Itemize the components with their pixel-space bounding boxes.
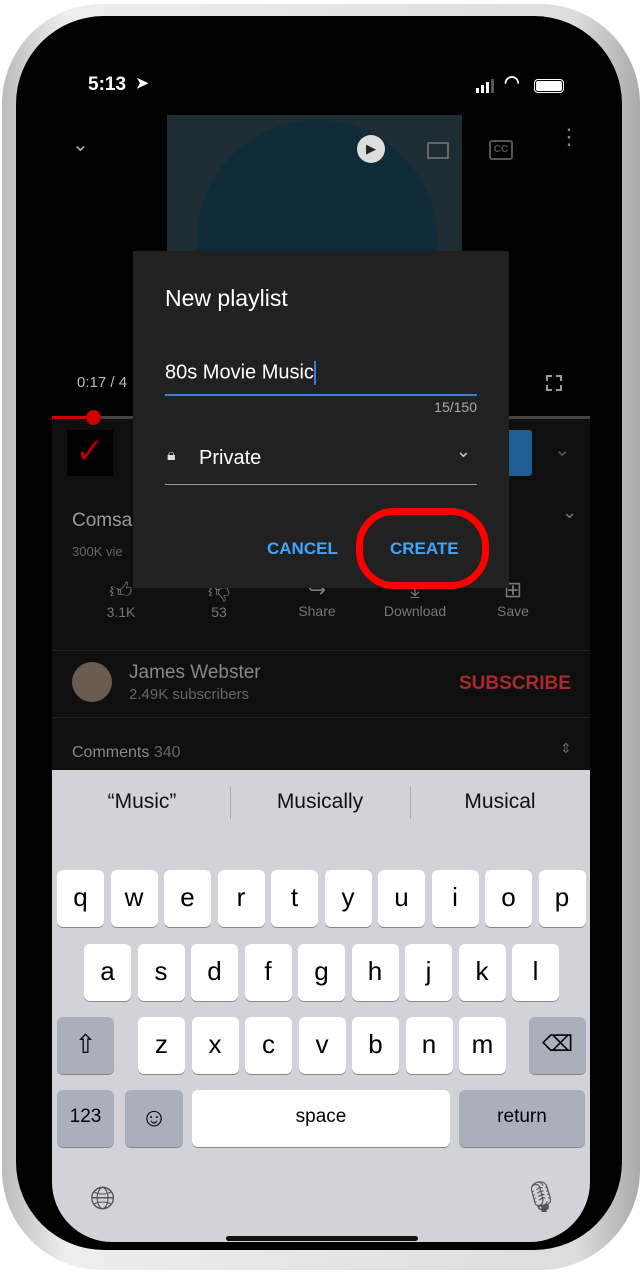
ad-logo: ✓ — [67, 430, 113, 476]
keyboard: “Music” Musically Musical ⇧ ⌫ 123 ☺ spac… — [52, 770, 590, 1242]
new-playlist-dialog: New playlist 80s Movie Music 15/150 🔒︎ P… — [133, 251, 509, 589]
microphone-icon[interactable]: 🎙︎ — [522, 1180, 560, 1215]
sort-chevron-icon[interactable]: ⇕ — [560, 740, 572, 757]
battery-icon — [534, 79, 564, 93]
divider — [52, 717, 590, 718]
cancel-button[interactable]: CANCEL — [267, 539, 338, 559]
key-l[interactable]: l — [512, 944, 559, 1001]
comments-label: Comments — [72, 744, 150, 761]
key-f[interactable]: f — [244, 944, 292, 1001]
key-a[interactable]: a — [84, 944, 131, 1001]
divider — [410, 787, 411, 819]
shift-key[interactable]: ⇧ — [57, 1017, 114, 1074]
key-u[interactable]: u — [378, 870, 425, 927]
key-m[interactable]: m — [459, 1017, 506, 1074]
playlist-name-value: 80s Movie Music — [165, 361, 314, 384]
lock-icon: 🔒︎ — [167, 447, 176, 464]
channel-avatar[interactable] — [72, 662, 112, 702]
divider — [52, 650, 590, 651]
key-i[interactable]: i — [431, 870, 479, 927]
key-n[interactable]: n — [405, 1017, 453, 1074]
fullscreen-icon[interactable] — [546, 375, 562, 391]
globe-icon[interactable]: 🌐︎ — [90, 1180, 116, 1218]
key-y[interactable]: y — [324, 870, 372, 927]
key-c[interactable]: c — [245, 1017, 292, 1074]
key-e[interactable]: e — [164, 870, 211, 927]
divider — [230, 787, 231, 819]
numbers-key[interactable]: 123 — [57, 1090, 114, 1147]
privacy-value: Private — [199, 447, 262, 469]
key-z[interactable]: z — [138, 1017, 185, 1074]
key-o[interactable]: o — [485, 870, 532, 927]
key-h[interactable]: h — [351, 944, 399, 1001]
location-icon: ➤ — [136, 75, 149, 92]
key-k[interactable]: k — [458, 944, 506, 1001]
key-d[interactable]: d — [191, 944, 238, 1001]
dropdown-chevron-icon: ⌄ — [455, 441, 471, 461]
play-icon[interactable]: ▶ — [357, 135, 385, 163]
key-x[interactable]: x — [191, 1017, 239, 1074]
emoji-key[interactable]: ☺ — [125, 1090, 183, 1147]
captions-icon[interactable]: CC — [489, 140, 513, 160]
suggestion[interactable]: Musical — [415, 790, 585, 814]
key-w[interactable]: w — [110, 870, 158, 927]
dialog-title: New playlist — [165, 285, 288, 311]
home-indicator[interactable] — [226, 1236, 418, 1241]
screen: 5:13 ➤ ◠ ▶ ⌄ CC ⋮ 0:17 / 4 ✓ ⌄ Comsa 300… — [52, 32, 590, 1242]
video-title[interactable]: Comsa — [72, 510, 132, 532]
description-chevron-icon[interactable]: ⌄ — [562, 502, 577, 523]
key-b[interactable]: b — [352, 1017, 399, 1074]
key-p[interactable]: p — [538, 870, 586, 927]
suggestion[interactable]: Musically — [235, 790, 405, 814]
cast-icon[interactable] — [427, 142, 449, 159]
more-icon[interactable]: ⋮ — [558, 126, 580, 148]
channel-subscribers: 2.49K subscribers — [129, 686, 250, 703]
backspace-key[interactable]: ⌫ — [529, 1017, 586, 1074]
key-g[interactable]: g — [298, 944, 345, 1001]
key-q[interactable]: q — [57, 870, 104, 927]
player-time: 0:17 / 4 — [77, 374, 128, 391]
space-key[interactable]: space — [192, 1090, 450, 1147]
key-s[interactable]: s — [137, 944, 185, 1001]
return-key[interactable]: return — [459, 1090, 585, 1147]
privacy-select[interactable]: 🔒︎ Private ⌄ — [165, 441, 477, 485]
key-r[interactable]: r — [217, 870, 265, 927]
comments-header[interactable]: Comments 340 — [72, 744, 181, 762]
key-v[interactable]: v — [298, 1017, 346, 1074]
subscribe-button[interactable]: SUBSCRIBE — [459, 673, 571, 695]
channel-name[interactable]: James Webster — [129, 662, 261, 684]
expand-chevron-icon[interactable]: ⌄ — [554, 437, 571, 462]
video-thumbnail[interactable]: ▶ — [167, 115, 462, 360]
key-t[interactable]: t — [271, 870, 318, 927]
status-time: 5:13 — [88, 74, 127, 95]
signal-icon — [476, 79, 494, 93]
text-cursor — [313, 361, 316, 385]
char-counter: 15/150 — [434, 399, 477, 415]
progress-handle[interactable] — [86, 410, 101, 425]
highlight-circle — [356, 508, 489, 589]
video-views: 300K vie — [72, 544, 123, 559]
playlist-name-input[interactable]: 80s Movie Music — [165, 361, 477, 396]
collapse-chevron-icon[interactable]: ⌄ — [72, 132, 89, 157]
suggestion[interactable]: “Music” — [57, 790, 227, 814]
comments-count: 340 — [153, 744, 181, 761]
key-j[interactable]: j — [405, 944, 452, 1001]
wifi-icon: ◠ — [504, 72, 520, 92]
